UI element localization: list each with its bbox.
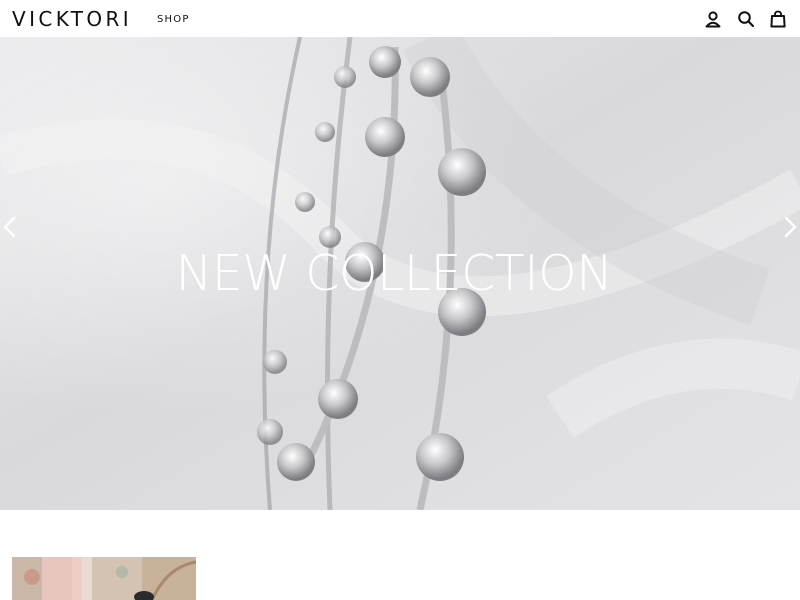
slideshow-prev-button[interactable] — [0, 215, 20, 239]
hero-title: NEW COLLECTION — [175, 245, 613, 302]
hero-slideshow: NEW COLLECTION — [0, 37, 800, 510]
slideshow-next-button[interactable] — [780, 215, 800, 239]
site-header: VICKTORI SHOP — [0, 0, 800, 37]
product-thumbnail-image — [12, 557, 196, 600]
chevron-right-icon — [784, 216, 797, 238]
product-thumbnail[interactable] — [12, 557, 196, 600]
nav-shop-link[interactable]: SHOP — [157, 13, 190, 27]
account-icon[interactable] — [703, 9, 723, 29]
chevron-left-icon — [3, 216, 16, 238]
site-logo[interactable]: VICKTORI — [12, 7, 132, 31]
search-icon[interactable] — [736, 9, 756, 29]
cart-bag-icon[interactable] — [768, 9, 788, 29]
